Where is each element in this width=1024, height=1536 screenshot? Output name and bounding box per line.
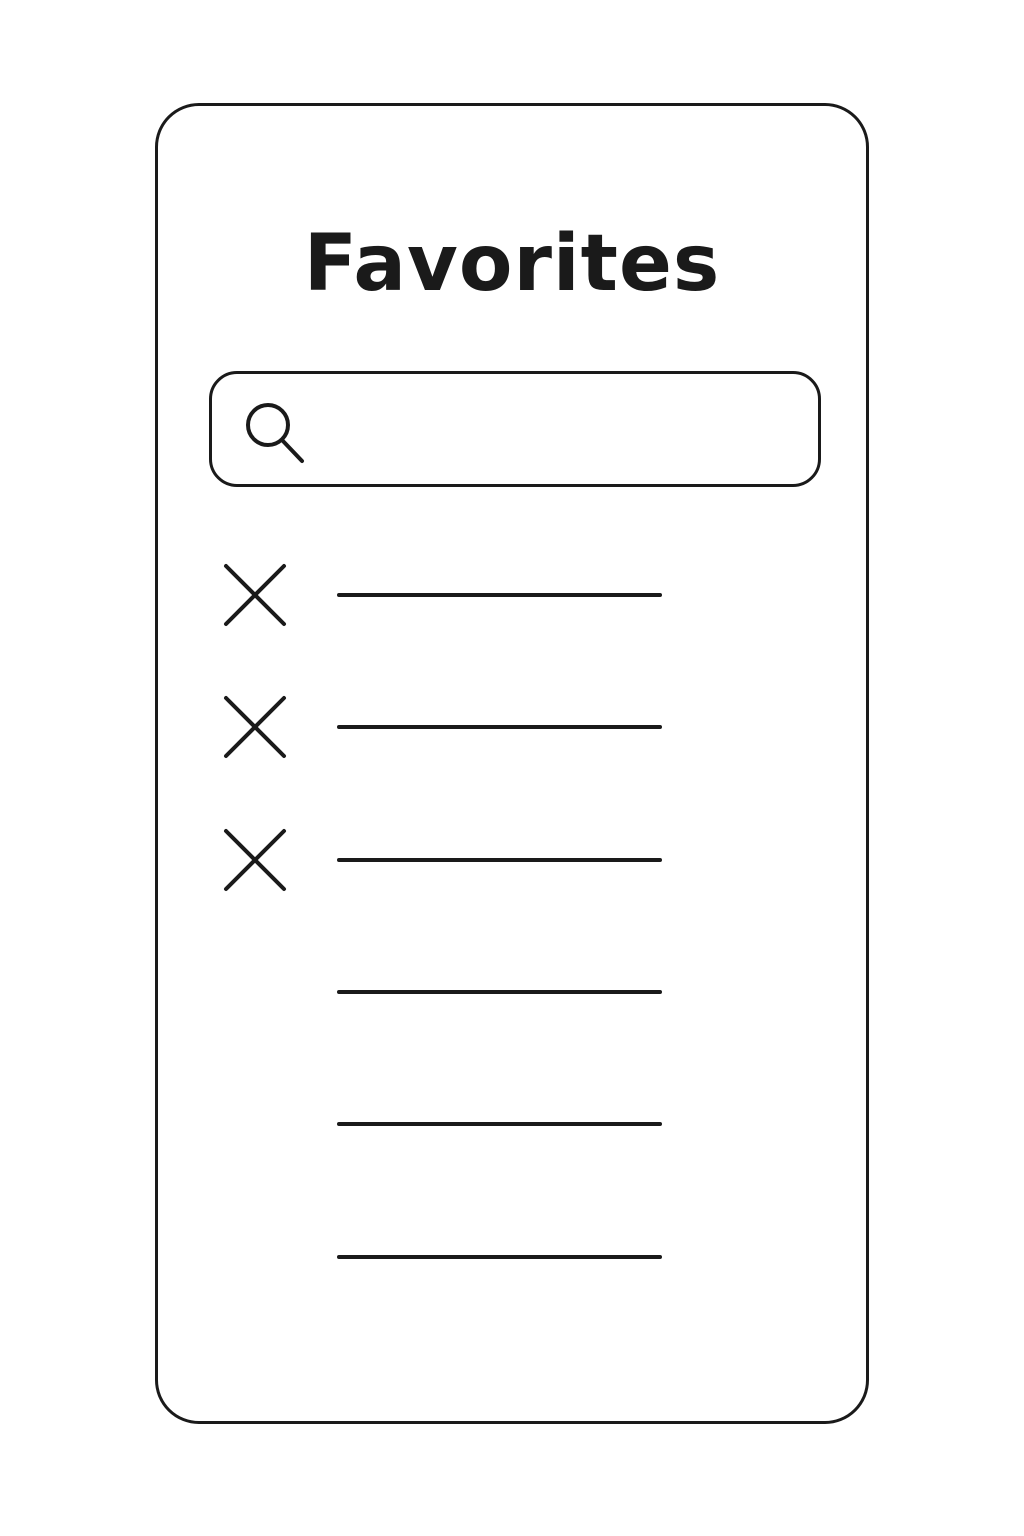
close-icon[interactable] bbox=[222, 562, 288, 628]
list-item bbox=[218, 826, 678, 896]
list-item bbox=[218, 1090, 678, 1160]
list-item bbox=[218, 958, 678, 1028]
page-title: Favorites bbox=[303, 219, 721, 309]
item-text-placeholder bbox=[337, 1122, 662, 1126]
item-text-placeholder bbox=[337, 858, 662, 862]
search-icon bbox=[242, 399, 308, 465]
list-item bbox=[218, 1223, 678, 1293]
close-icon[interactable] bbox=[222, 694, 288, 760]
item-text-placeholder bbox=[337, 593, 662, 597]
favorites-screen: Favorites bbox=[155, 103, 869, 1424]
search-input[interactable] bbox=[322, 394, 806, 466]
item-text-placeholder bbox=[337, 725, 662, 729]
item-text-placeholder bbox=[337, 1255, 662, 1259]
close-icon[interactable] bbox=[222, 827, 288, 893]
list-item bbox=[218, 561, 678, 631]
list-item bbox=[218, 693, 678, 763]
search-bar[interactable] bbox=[209, 371, 821, 487]
item-text-placeholder bbox=[337, 990, 662, 994]
